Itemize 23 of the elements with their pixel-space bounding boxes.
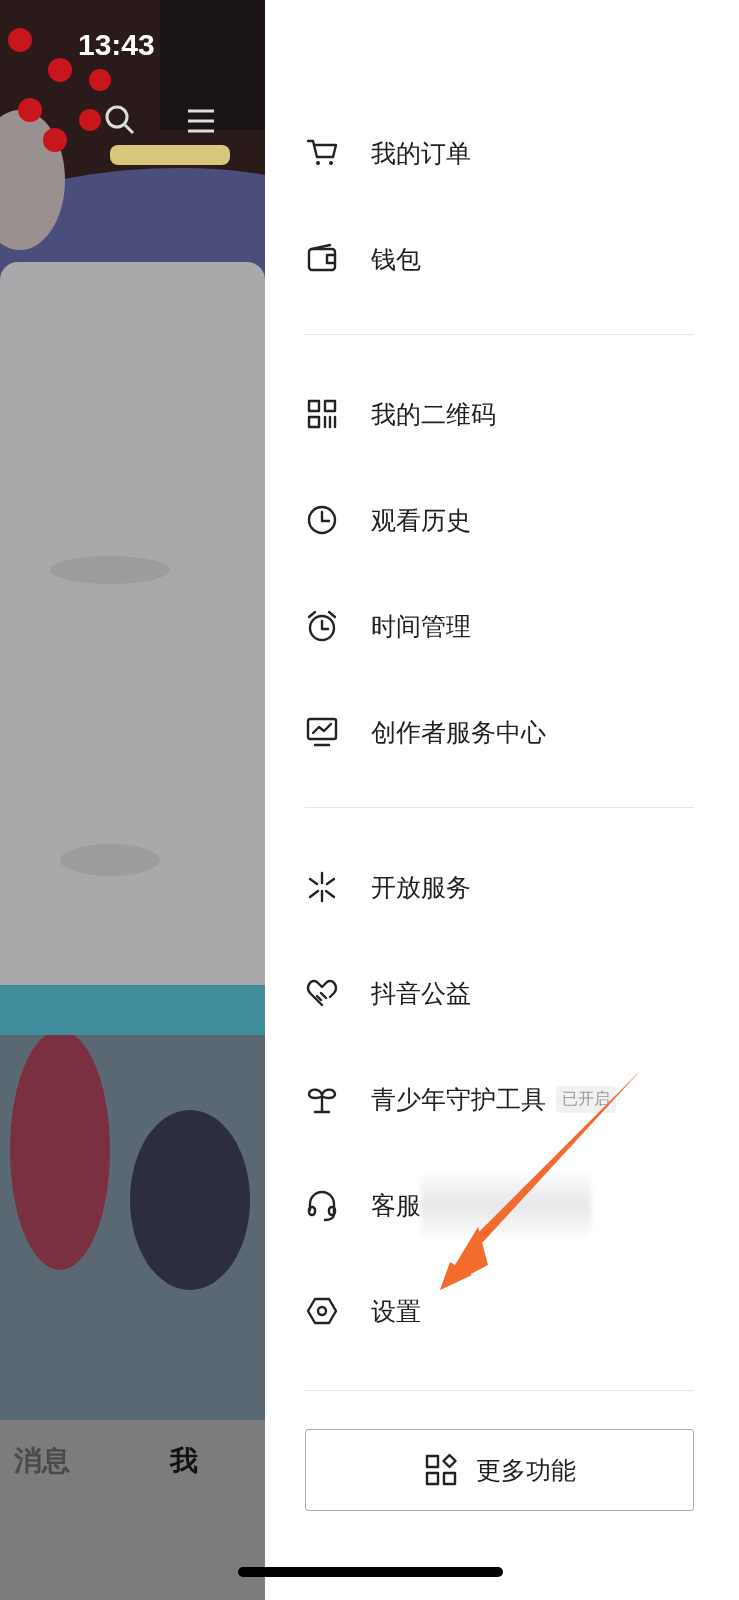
headset-icon <box>305 1188 339 1222</box>
menu-item[interactable]: 设置 <box>371 1294 421 1328</box>
menu-item[interactable]: 我的订单 <box>371 136 471 170</box>
monitor-chart-icon <box>305 715 339 749</box>
menu-item[interactable]: 抖音公益 <box>371 976 471 1010</box>
menu-item[interactable]: 创作者服务中心 <box>371 715 546 749</box>
menu-item[interactable]: 青少年守护工具 <box>371 1082 546 1116</box>
menu-item[interactable]: 观看历史 <box>371 503 471 537</box>
qr-code-icon <box>305 397 339 431</box>
menu-item[interactable]: 时间管理 <box>371 609 471 643</box>
menu-item[interactable]: 开放服务 <box>371 870 471 904</box>
grid-icon <box>423 1453 458 1487</box>
tab[interactable]: 我 <box>170 1442 198 1480</box>
menu-item[interactable]: 我的二维码 <box>371 397 496 431</box>
menu-item[interactable]: 钱包 <box>371 242 421 276</box>
menu-item[interactable]: 客服 <box>371 1188 421 1222</box>
menu-icon[interactable] <box>186 108 216 134</box>
clock-icon <box>305 503 339 537</box>
alarm-clock-icon <box>305 609 339 643</box>
status-badge: 已开启 <box>556 1085 616 1113</box>
more-features-button[interactable]: 更多功能 <box>305 1429 694 1511</box>
search-icon[interactable] <box>104 104 136 136</box>
status-time: 13:43 <box>78 28 155 62</box>
